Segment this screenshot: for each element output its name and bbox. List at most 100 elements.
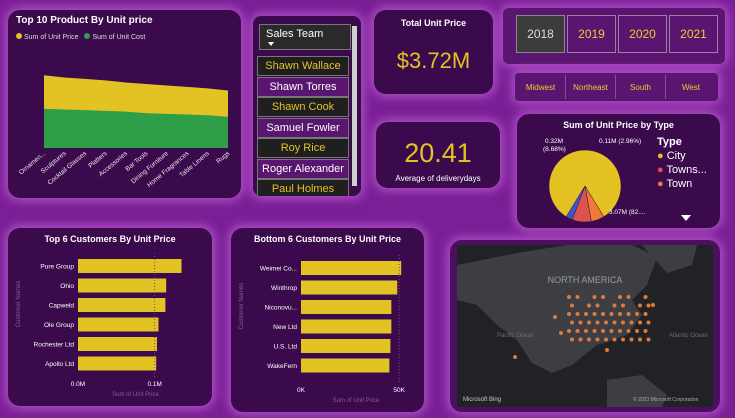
map-location-dot[interactable] [604, 337, 608, 342]
pie-legend-item-town[interactable]: ● Town [657, 178, 707, 190]
map-location-dot[interactable] [621, 320, 625, 325]
map-location-dot[interactable] [646, 303, 651, 308]
sales-team-item[interactable]: Shawn Cook [257, 97, 349, 117]
map-location-dot[interactable] [595, 337, 600, 342]
map-location-dot[interactable] [578, 320, 583, 325]
map-location-dot[interactable] [612, 337, 617, 342]
map-location-dot[interactable] [638, 320, 642, 325]
top-products-title: Top 10 Product By Unit price [16, 15, 153, 26]
map-location-dot[interactable] [618, 312, 622, 316]
map-location-dot[interactable] [609, 312, 614, 316]
map-location-dot[interactable] [629, 337, 634, 342]
map-location-dot[interactable] [626, 329, 631, 333]
map-location-dot[interactable] [605, 348, 609, 352]
bar[interactable] [301, 358, 390, 373]
legend-scroll-down-icon[interactable] [681, 215, 691, 221]
map-location-dot[interactable] [646, 320, 651, 325]
map-location-dot[interactable] [638, 303, 642, 308]
map-location-dot[interactable] [587, 303, 591, 308]
map-location-dot[interactable] [621, 303, 625, 308]
map-location-dot[interactable] [643, 295, 648, 299]
map-location-dot[interactable] [567, 329, 571, 333]
map-location-dot[interactable] [643, 329, 648, 333]
map-location-dot[interactable] [570, 303, 574, 308]
bar[interactable] [301, 339, 391, 353]
map-location-dot[interactable] [601, 312, 605, 316]
map-location-dot[interactable] [629, 320, 634, 325]
map-location-dot[interactable] [578, 337, 583, 342]
map-view[interactable]: NORTH AMERICA Pacific Ocean Atlantic Oce… [457, 245, 713, 407]
map-location-dot[interactable] [513, 355, 517, 359]
map-location-dot[interactable] [635, 329, 639, 333]
map-location-dot[interactable] [595, 303, 600, 308]
bar[interactable] [78, 356, 157, 371]
map-location-dot[interactable] [592, 312, 597, 316]
map-location-dot[interactable] [584, 329, 588, 333]
map-location-dot[interactable] [601, 295, 605, 299]
map-location-dot[interactable] [587, 337, 591, 342]
total-unit-price-title: Total Unit Price [400, 18, 467, 28]
region-south-button[interactable]: South [616, 75, 666, 99]
sales-team-item[interactable]: Roy Rice [257, 138, 349, 158]
map-location-dot[interactable] [592, 329, 597, 333]
map-location-dot[interactable] [618, 295, 622, 299]
sales-team-item[interactable]: Paul Holmes [257, 179, 349, 196]
pie-legend-item-city[interactable]: ● City [657, 150, 707, 162]
map-location-dot[interactable] [570, 337, 574, 342]
map-location-dot[interactable] [553, 315, 557, 319]
bar[interactable] [301, 280, 398, 295]
map-location-dot[interactable] [567, 312, 571, 316]
map-location-dot[interactable] [612, 303, 617, 308]
map-location-dot[interactable] [618, 329, 622, 333]
year-2020-button[interactable]: 2020 [618, 15, 667, 53]
map-location-dot[interactable] [584, 312, 588, 316]
sales-team-item[interactable]: Samuel Fowler [257, 117, 349, 138]
region-northeast-button[interactable]: Northeast [566, 75, 616, 99]
bar[interactable] [301, 319, 392, 334]
map-location-dot[interactable] [595, 320, 600, 325]
bar[interactable] [78, 278, 167, 293]
map-location-dot[interactable] [626, 312, 631, 316]
map-location-dot[interactable] [559, 331, 563, 335]
map-location-dot[interactable] [567, 295, 571, 299]
map-location-dot[interactable] [612, 320, 617, 325]
region-midwest-button[interactable]: Midwest [516, 75, 566, 99]
bar[interactable] [78, 259, 182, 273]
map-location-dot[interactable] [570, 320, 574, 325]
legend-unit-price: Sum of Unit Price [16, 33, 78, 41]
map-location-dot[interactable] [646, 337, 651, 342]
map-location-dot[interactable] [651, 303, 655, 307]
map-location-dot[interactable] [587, 320, 591, 325]
year-2018-button[interactable]: 2018 [516, 15, 565, 53]
map-location-dot[interactable] [575, 295, 580, 299]
map-location-dot[interactable] [626, 295, 631, 299]
region-west-button[interactable]: West [666, 75, 716, 99]
map-location-dot[interactable] [621, 337, 625, 342]
sales-team-item[interactable]: Shawn Torres [257, 76, 349, 97]
map-location-dot[interactable] [643, 312, 648, 316]
delivery-days-card: 20.41 Average of deliverydays [376, 122, 500, 188]
top-products-chart: Ornamen...SculpturesCocktail Glasses Plat… [18, 75, 232, 189]
sales-team-item[interactable]: Shawn Wallace [257, 56, 349, 76]
bar-category-label: Rochester Ltd [34, 342, 75, 349]
pie-legend-item-towns[interactable]: ● Towns... [657, 164, 707, 176]
year-2021-button[interactable]: 2021 [669, 15, 718, 53]
map-label-atlantic: Atlantic Ocean [669, 333, 708, 339]
map-location-dot[interactable] [638, 337, 642, 342]
map-location-dot[interactable] [609, 329, 614, 333]
bar[interactable] [301, 261, 402, 275]
map-location-dot[interactable] [604, 320, 608, 325]
map-location-dot[interactable] [601, 329, 605, 333]
sales-team-item[interactable]: Roger Alexander [257, 158, 349, 179]
map-location-dot[interactable] [575, 329, 580, 333]
bar[interactable] [78, 298, 166, 312]
map-location-dot[interactable] [575, 312, 580, 316]
scrollbar[interactable] [352, 26, 357, 186]
year-2019-button[interactable]: 2019 [567, 15, 616, 53]
sales-team-header[interactable]: Sales Team [259, 24, 351, 50]
bar[interactable] [78, 317, 159, 332]
bar[interactable] [301, 300, 392, 314]
map-location-dot[interactable] [592, 295, 597, 299]
bar[interactable] [78, 337, 157, 351]
map-location-dot[interactable] [635, 312, 639, 316]
